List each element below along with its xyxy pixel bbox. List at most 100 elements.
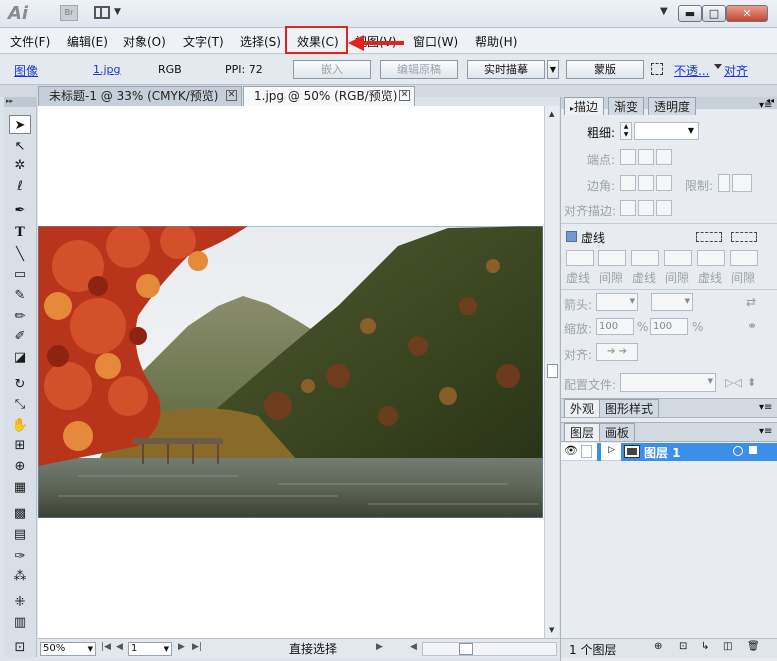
eyedropper-tool-icon[interactable]: ✑ [9,547,31,566]
trace-options-dropdown[interactable]: ▼ [547,60,559,79]
last-artboard-icon[interactable]: ▶| [192,642,202,652]
menu-edit[interactable]: 编辑(E) [67,33,108,50]
next-artboard-icon[interactable]: ▶ [178,642,185,652]
butt-cap-icon[interactable] [620,149,636,165]
tab-stroke[interactable]: ▸描边 [564,97,605,115]
limit-field[interactable] [732,174,752,192]
line-tool-icon[interactable]: ╲ [9,245,31,264]
dash-field-3[interactable] [697,250,725,266]
selection-indicator[interactable] [749,446,757,454]
end-arrowhead-select[interactable]: ▼ [651,293,693,311]
miter-join-icon[interactable] [620,175,636,191]
align-link[interactable]: 对齐 [724,62,748,79]
close-button[interactable]: ✕ [726,5,768,22]
start-scale-field[interactable]: 100 [596,318,634,335]
mask-button[interactable]: 蒙版 [566,60,644,79]
arrange-documents-button[interactable]: ▼ [94,5,126,21]
gap-field-2[interactable] [664,250,692,266]
workspace-switcher-icon[interactable]: ▼ [660,6,668,17]
panel-menu-icon[interactable]: ▾≡ [759,426,772,437]
status-menu-icon[interactable]: ▶ [376,642,383,652]
column-graph-tool-icon[interactable]: ▥ [9,613,31,632]
arrow-align-buttons[interactable]: ➔ ➔ [596,343,638,361]
close-icon[interactable]: ✕ [399,90,410,101]
new-layer-icon[interactable]: ◫ [723,641,732,652]
tab-gradient[interactable]: 渐变 [608,97,645,115]
tab-document-untitled[interactable]: 未标题-1 @ 33% (CMYK/预览) ✕ [38,86,242,106]
maximize-button[interactable]: □ [702,5,726,22]
selection-tool-icon[interactable]: ➤ [9,115,31,134]
tab-graphic-styles[interactable]: 图形样式 [599,399,660,417]
tab-document-1jpg[interactable]: 1.jpg @ 50% (RGB/预览) ✕ [243,86,415,106]
scroll-left-icon[interactable]: ◀ [410,642,417,652]
bridge-button[interactable]: Br [60,5,78,21]
pen-tool-icon[interactable]: ✒ [9,201,31,220]
visibility-eye-icon[interactable]: 👁 [564,444,578,457]
horizontal-scroll-thumb[interactable] [459,643,473,655]
scale-tool-icon[interactable]: ⤡ [9,395,31,414]
round-cap-icon[interactable] [638,149,654,165]
align-dash-icon[interactable] [731,232,757,242]
align-outside-icon[interactable] [656,200,672,216]
shape-builder-tool-icon[interactable]: ⊕ [9,457,31,476]
projecting-cap-icon[interactable] [656,149,672,165]
menu-object[interactable]: 对象(O) [123,33,166,50]
lasso-tool-icon[interactable]: ℓ [9,177,31,196]
gradient-tool-icon[interactable]: ▤ [9,525,31,544]
layer-row[interactable]: 👁 ▷ 图层 1 [561,443,777,461]
first-artboard-icon[interactable]: |◀ [101,642,111,652]
free-transform-tool-icon[interactable]: ⊞ [9,436,31,455]
close-icon[interactable]: ✕ [226,90,237,101]
menu-file[interactable]: 文件(F) [10,33,50,50]
direct-selection-tool-icon[interactable]: ↖ [9,137,31,156]
artboard-tool-icon[interactable]: ⊡ [9,638,31,657]
vertical-scroll-thumb[interactable] [547,364,558,378]
zoom-field[interactable]: 50% ▼ [40,642,96,656]
weight-stepper[interactable]: ▲ ▼ [620,122,632,140]
embed-button[interactable]: 嵌入 [293,60,371,79]
panel-menu-icon[interactable]: ▾≡ [759,100,772,111]
weight-field[interactable]: ▼ [634,122,699,140]
delete-layer-icon[interactable]: 🗑 [747,641,760,652]
opacity-link[interactable]: 不透... [674,62,709,79]
link-scale-icon[interactable]: ⚭ [747,319,757,333]
scroll-down-icon[interactable]: ▼ [549,626,554,634]
bevel-join-icon[interactable] [656,175,672,191]
warp-tool-icon[interactable]: ✋ [9,416,31,435]
placed-landscape-image[interactable] [38,226,543,518]
menu-type[interactable]: 文字(T) [183,33,224,50]
start-arrowhead-select[interactable]: ▼ [596,293,638,311]
tab-artboards[interactable]: 画板 [599,423,636,441]
new-sublayer-icon[interactable]: ↳ [701,641,709,652]
edit-original-button[interactable]: 编辑原稿 [380,60,458,79]
expand-layer-icon[interactable]: ▷ [608,445,615,455]
toolbox-collapse-icon[interactable]: ▸▸ [4,97,37,107]
tab-appearance[interactable]: 外观 [564,399,601,417]
flip-along-icon[interactable]: ▷◁ [725,376,742,389]
profile-select[interactable]: ▼ [620,373,716,392]
flip-across-icon[interactable]: ⬍ [747,376,756,389]
tab-transparency[interactable]: 透明度 [648,97,697,115]
artboard-number-field[interactable]: 1 ▼ [128,642,172,656]
menu-window[interactable]: 窗口(W) [413,33,458,50]
dash-field-1[interactable] [566,250,594,266]
blob-brush-tool-icon[interactable]: ✐ [9,327,31,346]
locate-object-icon[interactable]: ⊕ [654,641,662,652]
transform-icon[interactable] [651,63,663,75]
symbol-sprayer-tool-icon[interactable]: ⁜ [9,593,31,612]
menu-help[interactable]: 帮助(H) [475,33,517,50]
tab-layers[interactable]: 图层 [564,423,601,441]
magic-wand-tool-icon[interactable]: ✲ [9,156,31,175]
opacity-dropdown-icon[interactable] [714,64,722,69]
round-join-icon[interactable] [638,175,654,191]
lock-toggle[interactable] [581,445,592,458]
swap-arrowheads-icon[interactable]: ⇄ [746,295,756,309]
preserve-dash-icon[interactable] [696,232,722,242]
live-trace-button[interactable]: 实时描摹 [467,60,545,79]
type-tool-icon[interactable]: T [9,223,31,242]
align-center-icon[interactable] [620,200,636,216]
minimize-button[interactable]: ▬ [678,5,702,22]
limit-stepper[interactable] [718,174,730,192]
panel-menu-icon[interactable]: ▾≡ [759,402,772,413]
eraser-tool-icon[interactable]: ◪ [9,348,31,367]
